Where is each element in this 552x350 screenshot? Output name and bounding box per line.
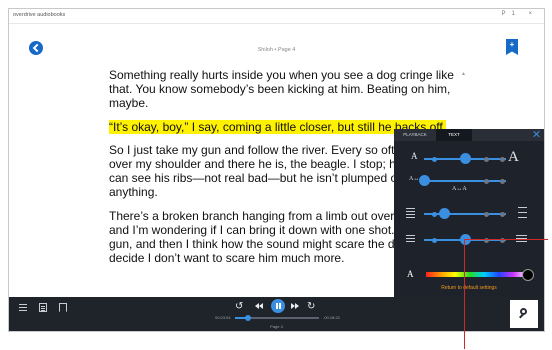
table-of-contents-icon[interactable] [19, 303, 27, 312]
dark-mode-swatch[interactable] [522, 269, 534, 281]
line-spacing-slider[interactable] [424, 208, 506, 219]
forward-icon[interactable]: ↻ [307, 301, 315, 313]
settings-button[interactable] [510, 300, 538, 328]
tab-playback[interactable]: PLAYBACK [394, 129, 436, 141]
font-size-slider-knob[interactable] [459, 153, 471, 164]
slider-stop[interactable] [432, 156, 437, 162]
text-color-picker[interactable] [426, 272, 528, 277]
slider-stop[interactable] [500, 211, 505, 217]
callout-line [464, 239, 548, 240]
font-size-small-icon: A [411, 151, 418, 161]
settings-tabs: PLAYBACK TEXT [394, 129, 544, 141]
slider-stop[interactable] [484, 178, 489, 184]
letter-spacing-slider[interactable] [418, 175, 506, 186]
slider-stop[interactable] [500, 178, 505, 184]
app-title: overdrive audiobooks [13, 12, 66, 18]
scroll-up-icon[interactable]: ▲ [461, 71, 466, 77]
slider-stop[interactable] [500, 156, 505, 162]
pause-button[interactable] [271, 299, 285, 313]
time-elapsed: 00:03:54 [215, 315, 231, 320]
paragraph-text: Something really hurts inside you when y… [109, 68, 454, 111]
line-spacing-tight-icon [406, 207, 415, 219]
slider-stop[interactable] [484, 156, 489, 162]
skip-forward-button[interactable] [291, 303, 300, 309]
line-spacing-slider-knob[interactable] [439, 208, 450, 219]
close-icon[interactable] [533, 130, 541, 138]
bookmarks-icon[interactable] [59, 303, 67, 312]
time-remaining: -00:18:22 [323, 315, 340, 320]
font-size-large-icon: A [508, 149, 519, 165]
line-spacing-loose-icon [518, 207, 527, 219]
notes-icon[interactable] [39, 303, 47, 312]
skip-back-button[interactable] [255, 303, 264, 309]
slider-stop[interactable] [432, 211, 437, 217]
return-to-default-link[interactable]: Return to default settings [394, 285, 544, 291]
rewind-icon[interactable]: ↺ [235, 301, 243, 313]
font-size-slider[interactable] [424, 153, 506, 164]
progress-knob[interactable] [244, 315, 251, 321]
text-settings-panel: PLAYBACK TEXT A A A↔A A↔A A Return to de… [394, 129, 544, 299]
title-bar: overdrive audiobooks P1 × [9, 9, 544, 24]
margins-narrow-icon [406, 233, 415, 245]
paragraph-1: Something really hurts inside you when y… [109, 68, 464, 111]
chapter-title: Shiloh • Page 4 [257, 47, 296, 53]
plus-icon: + [509, 40, 515, 49]
progress-bar[interactable] [235, 315, 319, 321]
text-color-icon: A [407, 269, 414, 279]
slider-stop[interactable] [484, 211, 489, 217]
callout-line [464, 239, 465, 349]
letter-spacing-slider-knob[interactable] [418, 175, 430, 186]
tab-text[interactable]: TEXT [436, 129, 472, 141]
slider-stop[interactable] [432, 237, 437, 243]
letter-spacing-wide-icon: A↔A [452, 186, 467, 192]
window-controls[interactable]: P1 × [501, 11, 538, 17]
